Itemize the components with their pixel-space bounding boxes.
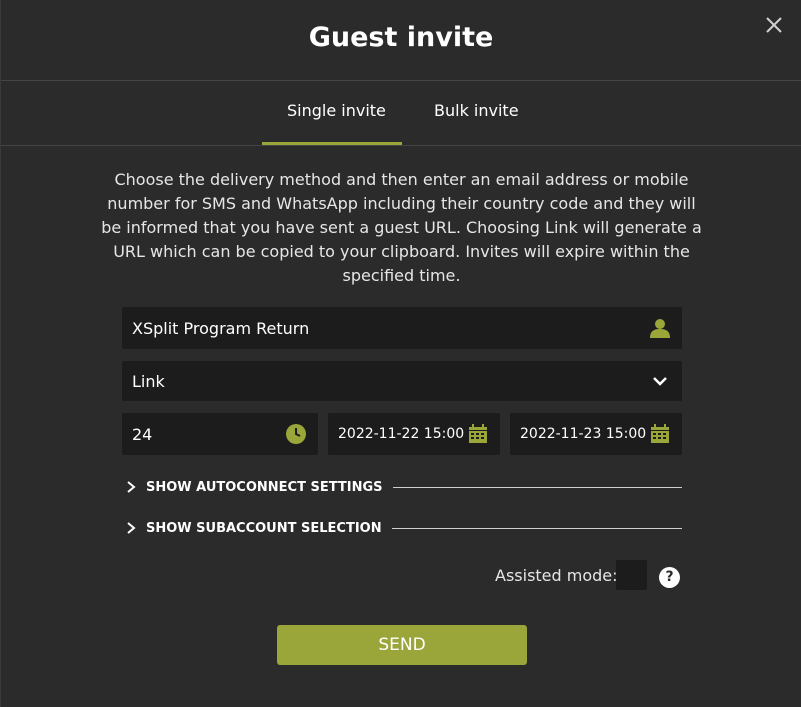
autoconnect-settings-toggle[interactable]: SHOW AUTOCONNECT SETTINGS (122, 477, 682, 497)
help-icon[interactable]: ? (659, 567, 680, 588)
instructions-text: Choose the delivery method and then ente… (101, 170, 702, 285)
divider (1, 80, 801, 81)
expiry-hours-field[interactable]: 24 (122, 413, 318, 455)
tab-single-invite[interactable]: Single invite (287, 101, 386, 120)
end-datetime-field[interactable]: 2022-11-23 15:00 (510, 413, 682, 455)
start-datetime-field[interactable]: 2022-11-22 15:00 (328, 413, 500, 455)
chevron-right-icon (126, 481, 140, 493)
divider (391, 527, 682, 529)
guest-name-value: XSplit Program Return (132, 318, 310, 338)
send-button[interactable]: SEND (277, 625, 527, 665)
delivery-method-value: Link (132, 371, 165, 391)
autoconnect-settings-label: SHOW AUTOCONNECT SETTINGS (146, 479, 383, 495)
tab-bulk-invite[interactable]: Bulk invite (434, 101, 519, 120)
assisted-mode-checkbox[interactable] (616, 560, 647, 590)
clock-icon (284, 422, 308, 446)
chevron-right-icon (126, 522, 140, 534)
divider (392, 486, 682, 488)
assisted-mode-label: Assisted mode: (495, 566, 618, 585)
calendar-icon[interactable] (466, 422, 490, 446)
delivery-method-select[interactable]: Link (122, 361, 682, 401)
calendar-icon[interactable] (648, 422, 672, 446)
guest-name-field[interactable]: XSplit Program Return (122, 307, 682, 349)
dialog-title: Guest invite (308, 22, 494, 53)
subaccount-selection-label: SHOW SUBACCOUNT SELECTION (146, 520, 382, 536)
user-icon (648, 316, 672, 340)
expiry-hours-value: 24 (132, 424, 153, 444)
start-datetime-value: 2022-11-22 15:00 (338, 426, 465, 442)
chevron-down-icon (648, 369, 672, 393)
divider (1, 145, 801, 146)
guest-invite-dialog: Guest invite Single invite Bulk invite C… (0, 0, 801, 707)
end-datetime-value: 2022-11-23 15:00 (520, 426, 647, 442)
subaccount-selection-toggle[interactable]: SHOW SUBACCOUNT SELECTION (122, 518, 682, 538)
